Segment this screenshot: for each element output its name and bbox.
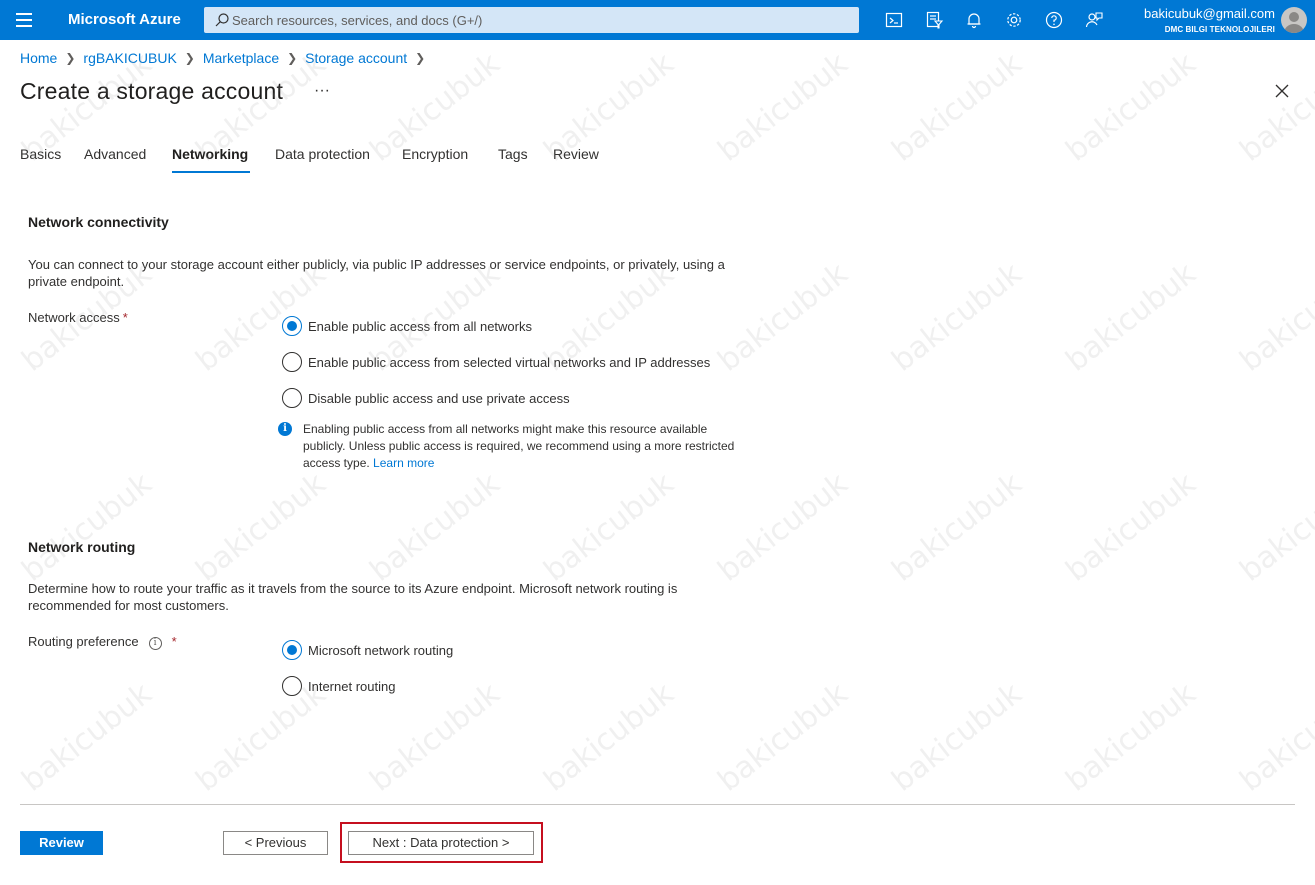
breadcrumb-marketplace[interactable]: Marketplace bbox=[203, 50, 279, 66]
tab-advanced[interactable]: Advanced bbox=[84, 146, 146, 162]
notifications-icon[interactable] bbox=[964, 10, 984, 30]
watermark-text: bakicubuk bbox=[885, 256, 1029, 379]
network-access-label-text: Network access bbox=[28, 310, 120, 325]
radio-public-all-networks[interactable]: Enable public access from all networks bbox=[282, 316, 532, 336]
chevron-right-icon: ❯ bbox=[415, 51, 426, 65]
watermark-text: bakicubuk bbox=[15, 676, 159, 799]
radio-button[interactable] bbox=[282, 388, 302, 408]
tab-tags[interactable]: Tags bbox=[498, 146, 528, 162]
chevron-right-icon: ❯ bbox=[184, 51, 195, 65]
active-tab-indicator bbox=[172, 171, 250, 173]
radio-internet-routing[interactable]: Internet routing bbox=[282, 676, 395, 696]
more-options-button[interactable]: ··· bbox=[314, 82, 330, 100]
tab-networking[interactable]: Networking bbox=[172, 146, 248, 162]
search-icon bbox=[215, 13, 229, 27]
network-access-label: Network access * bbox=[28, 310, 128, 325]
watermark-text: bakicubuk bbox=[1059, 466, 1203, 589]
feedback-icon[interactable] bbox=[1084, 10, 1104, 30]
breadcrumb: Home ❯ rgBAKICUBUK ❯ Marketplace ❯ Storage … bbox=[20, 50, 433, 66]
watermark-text: bakicubuk bbox=[1059, 676, 1203, 799]
required-marker: * bbox=[122, 310, 128, 325]
radio-button-checked[interactable] bbox=[282, 316, 302, 336]
page-title: Create a storage account bbox=[20, 78, 284, 104]
watermark-text: bakicubuk bbox=[1059, 46, 1203, 169]
brand-title[interactable]: Microsoft Azure bbox=[68, 11, 181, 28]
info-icon: i bbox=[278, 422, 292, 436]
routing-preference-label: Routing preference i * bbox=[28, 634, 177, 650]
info-message: Enabling public access from all networks… bbox=[303, 421, 743, 472]
close-icon[interactable] bbox=[1275, 84, 1289, 98]
watermark-text: bakicubuk bbox=[1233, 466, 1315, 589]
info-message-text: Enabling public access from all networks… bbox=[303, 422, 735, 470]
top-bar: Microsoft Azure bakicubuk@gmail.com DMC … bbox=[0, 0, 1315, 40]
watermark-text: bakicubuk bbox=[1233, 256, 1315, 379]
section-title-routing: Network routing bbox=[28, 539, 136, 555]
watermark-text: bakicubuk bbox=[885, 676, 1029, 799]
radio-label: Enable public access from selected virtu… bbox=[308, 354, 711, 370]
chevron-right-icon: ❯ bbox=[287, 51, 298, 65]
watermark-text: bakicubuk bbox=[885, 46, 1029, 169]
watermark-text: bakicubuk bbox=[363, 466, 507, 589]
watermark-text: bakicubuk bbox=[1233, 46, 1315, 169]
radio-label: Internet routing bbox=[308, 678, 396, 694]
chevron-right-icon: ❯ bbox=[65, 51, 76, 65]
tab-encryption[interactable]: Encryption bbox=[402, 146, 468, 162]
breadcrumb-resource-group[interactable]: rgBAKICUBUK bbox=[83, 50, 176, 66]
watermark-text: bakicubuk bbox=[885, 466, 1029, 589]
radio-button[interactable] bbox=[282, 352, 302, 372]
watermark-text: bakicubuk bbox=[711, 46, 855, 169]
radio-microsoft-routing[interactable]: Microsoft network routing bbox=[282, 640, 453, 660]
watermark-text: bakicubuk bbox=[537, 676, 681, 799]
avatar[interactable] bbox=[1281, 7, 1307, 33]
radio-button[interactable] bbox=[282, 676, 302, 696]
account-email[interactable]: bakicubuk@gmail.com bbox=[1144, 6, 1275, 21]
connectivity-description: You can connect to your storage account … bbox=[28, 257, 725, 289]
watermark-text: bakicubuk bbox=[1059, 256, 1203, 379]
tab-review[interactable]: Review bbox=[553, 146, 599, 162]
watermark-text: bakicubuk bbox=[1233, 676, 1315, 799]
help-icon[interactable] bbox=[1044, 10, 1064, 30]
breadcrumb-storage-account[interactable]: Storage account bbox=[305, 50, 407, 66]
radio-button-checked[interactable] bbox=[282, 640, 302, 660]
breadcrumb-home[interactable]: Home bbox=[20, 50, 57, 66]
watermark-text: bakicubuk bbox=[711, 676, 855, 799]
radio-label: Microsoft network routing bbox=[308, 642, 454, 658]
radio-label: Disable public access and use private ac… bbox=[308, 390, 570, 406]
tab-basics[interactable]: Basics bbox=[20, 146, 61, 162]
radio-public-selected-networks[interactable]: Enable public access from selected virtu… bbox=[282, 352, 710, 372]
routing-preference-label-text: Routing preference bbox=[28, 634, 139, 649]
global-search[interactable] bbox=[204, 7, 859, 33]
portal-menu-icon[interactable] bbox=[16, 13, 32, 27]
cloud-shell-icon[interactable] bbox=[884, 10, 904, 30]
required-marker: * bbox=[171, 634, 177, 649]
watermark-text: bakicubuk bbox=[15, 466, 159, 589]
learn-more-link[interactable]: Learn more bbox=[373, 456, 434, 470]
watermark-text: bakicubuk bbox=[711, 466, 855, 589]
account-directory[interactable]: DMC BILGI TEKNOLOJILERI bbox=[1165, 25, 1275, 34]
next-data-protection-button[interactable]: Next : Data protection > bbox=[348, 831, 534, 855]
user-avatar-icon bbox=[1284, 12, 1304, 33]
directory-filter-icon[interactable] bbox=[924, 10, 944, 30]
review-button[interactable]: Review bbox=[20, 831, 103, 855]
radio-disable-public-access[interactable]: Disable public access and use private ac… bbox=[282, 388, 570, 408]
footer-divider bbox=[20, 804, 1295, 805]
settings-icon[interactable] bbox=[1004, 10, 1024, 30]
info-icon[interactable]: i bbox=[148, 637, 162, 650]
search-input[interactable] bbox=[232, 7, 852, 33]
watermark-text: bakicubuk bbox=[189, 466, 333, 589]
section-title-connectivity: Network connectivity bbox=[28, 214, 169, 230]
radio-label: Enable public access from all networks bbox=[308, 318, 532, 334]
watermark-text: bakicubuk bbox=[537, 466, 681, 589]
routing-description: Determine how to route your traffic as i… bbox=[28, 581, 678, 613]
tab-data-protection[interactable]: Data protection bbox=[275, 146, 370, 162]
previous-button[interactable]: < Previous bbox=[223, 831, 328, 855]
